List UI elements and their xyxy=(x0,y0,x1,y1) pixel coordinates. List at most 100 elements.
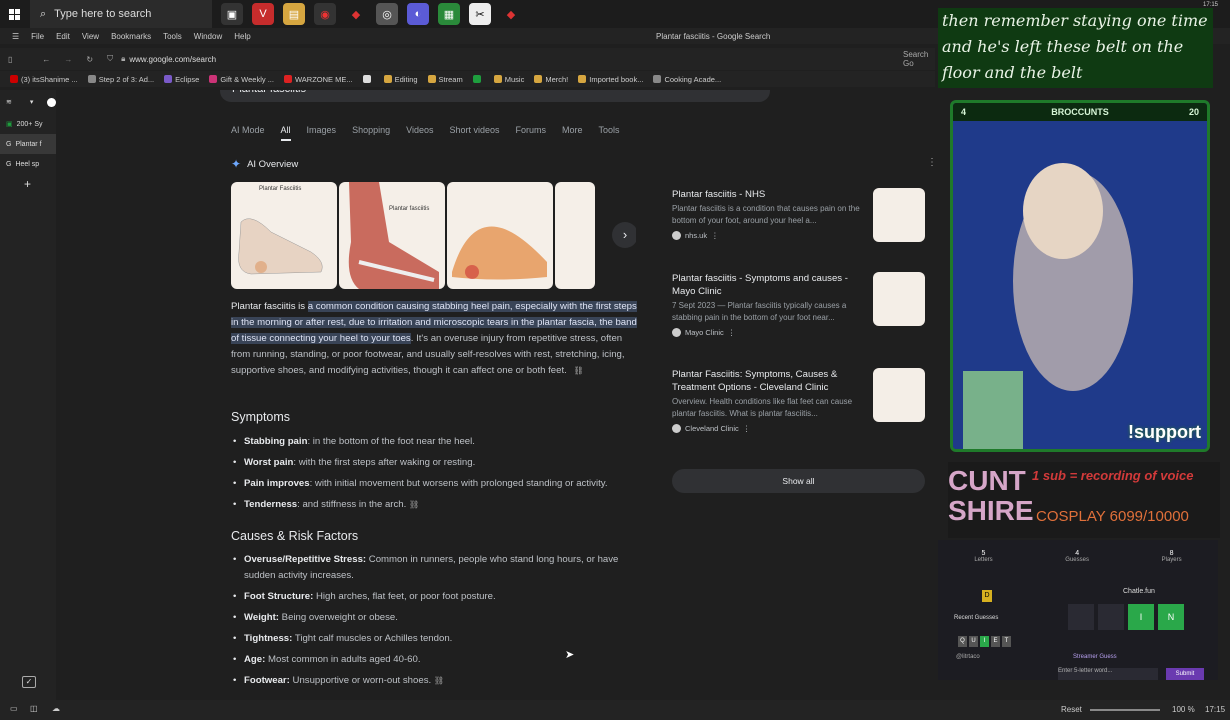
start-button[interactable] xyxy=(0,0,28,28)
foot-illustration-icon xyxy=(348,182,439,289)
source-title[interactable]: Plantar fasciitis - NHS xyxy=(672,188,862,201)
panel-toggle-icon[interactable]: ▯ xyxy=(8,55,12,64)
more-options-icon[interactable]: ⋮ xyxy=(728,328,736,337)
menu-edit[interactable]: Edit xyxy=(56,32,70,41)
tab-item-active[interactable]: G Plantar f xyxy=(0,134,56,154)
image-card[interactable]: Plantar fasciitis xyxy=(339,182,445,289)
tab-forums[interactable]: Forums xyxy=(516,125,547,141)
zoom-slider[interactable] xyxy=(1090,709,1160,711)
reload-icon[interactable]: ↻ xyxy=(86,55,93,64)
menu-bookmarks[interactable]: Bookmarks xyxy=(111,32,151,41)
image-card[interactable] xyxy=(555,182,595,289)
source-title[interactable]: Plantar fasciitis - Symptoms and causes … xyxy=(672,272,862,298)
capcut-icon[interactable]: ✂ xyxy=(469,3,491,25)
source-title[interactable]: Plantar Fasciitis: Symptoms, Causes & Tr… xyxy=(672,368,862,394)
tab-short-videos[interactable]: Short videos xyxy=(449,125,499,141)
show-all-button[interactable]: Show all xyxy=(672,469,925,493)
tab-videos[interactable]: Videos xyxy=(406,125,433,141)
streamer-guess-label: Streamer Guess xyxy=(1073,654,1117,660)
address-bar: ▯ ← → ↻ ⛉ 🔒︎ www.google.com/search Searc… xyxy=(0,48,935,70)
shield-icon[interactable]: ⛉ xyxy=(107,54,113,64)
tab-ai-mode[interactable]: AI Mode xyxy=(231,125,265,141)
menu-icon[interactable]: ☰ xyxy=(12,32,19,41)
bookmark-folder[interactable]: Stream xyxy=(427,75,463,84)
image-card[interactable]: Plantar Fasciitis xyxy=(231,182,337,289)
panel-icon[interactable]: ▭ xyxy=(10,704,18,713)
link-icon[interactable]: ⛓ xyxy=(409,500,419,509)
list-item: Overuse/Repetitive Stress: Common in run… xyxy=(231,552,639,584)
carousel-next-button[interactable]: › xyxy=(612,222,636,248)
source-description: Overview. Health conditions like flat fe… xyxy=(672,397,853,418)
tab-item[interactable]: ▣ 200+ Sy + xyxy=(0,114,70,134)
bookmark-item[interactable] xyxy=(362,75,374,83)
cloud-icon[interactable]: ☁ xyxy=(52,704,60,713)
chevron-down-icon[interactable]: ▾ xyxy=(30,98,34,106)
back-icon[interactable]: ← xyxy=(42,55,50,64)
bookmark-item[interactable]: Cooking Acade... xyxy=(653,75,721,84)
source-thumbnail[interactable] xyxy=(873,272,925,326)
source-card[interactable]: Plantar fasciitis - NHS Plantar fasciiti… xyxy=(672,188,927,272)
list-item: Age: Most common in adults aged 40-60. xyxy=(231,652,639,668)
menu-file[interactable]: File xyxy=(31,32,44,41)
image-card[interactable] xyxy=(447,182,553,289)
new-tab-button[interactable]: + xyxy=(0,174,56,194)
menu-view[interactable]: View xyxy=(82,32,99,41)
link-icon[interactable]: ⛓ xyxy=(573,366,583,375)
bookmark-item[interactable]: WARZONE ME... xyxy=(283,75,353,84)
causes-heading: Causes & Risk Factors xyxy=(231,529,359,543)
tile-icon[interactable]: ◫ xyxy=(30,704,38,713)
source-list: Plantar fasciitis - NHS Plantar fasciiti… xyxy=(672,188,927,452)
source-thumbnail[interactable] xyxy=(873,368,925,422)
notes-icon[interactable]: ▦ xyxy=(438,3,460,25)
bookmark-folder[interactable]: Merch! xyxy=(534,75,568,84)
menu-help[interactable]: Help xyxy=(234,32,250,41)
chatle-game-panel: 5 Letters 4 Guesses 8 Players D Recent Gues… xyxy=(938,540,1218,680)
bookmark-item[interactable]: (3) itsShanime ... xyxy=(10,75,78,84)
vivaldi-icon[interactable]: V xyxy=(252,3,274,25)
stack-icon[interactable]: ≋ xyxy=(6,98,12,106)
tab-item[interactable]: G Heel sp xyxy=(0,154,56,174)
submit-button[interactable]: Submit xyxy=(1166,668,1204,680)
tab-shopping[interactable]: Shopping xyxy=(352,125,390,141)
bookmark-folder[interactable]: Imported book... xyxy=(578,75,643,84)
pin-icon-2[interactable]: ◆ xyxy=(500,3,522,25)
menu-tools[interactable]: Tools xyxy=(163,32,182,41)
search-input[interactable]: Plantar fasciitis xyxy=(220,90,770,102)
tab-more[interactable]: More xyxy=(562,125,583,141)
file-explorer-icon[interactable]: ▤ xyxy=(283,3,305,25)
bookmark-item[interactable]: Step 2 of 3: Ad... xyxy=(87,75,154,84)
link-icon[interactable]: ⛓ xyxy=(434,676,444,685)
obs-icon[interactable]: ◉ xyxy=(314,3,336,25)
bookmark-folder[interactable]: Music xyxy=(493,75,524,84)
tab-images[interactable]: Images xyxy=(307,125,337,141)
bookmark-item[interactable] xyxy=(472,75,484,83)
address-field[interactable]: www.google.com/search xyxy=(129,55,216,64)
taskbar-search[interactable]: ⌕ Type here to search xyxy=(30,0,212,28)
app-icon[interactable]: ◎ xyxy=(376,3,398,25)
tab-all[interactable]: All xyxy=(280,125,291,141)
pin-icon[interactable]: ◆ xyxy=(345,3,367,25)
bookmark-folder[interactable]: Editing xyxy=(383,75,418,84)
bookmark-item[interactable]: Gift & Weekly ... xyxy=(209,75,274,84)
tab-tools[interactable]: Tools xyxy=(599,125,620,141)
more-options-icon[interactable]: ⋮ xyxy=(711,231,719,240)
bookmark-item[interactable]: Eclipse xyxy=(164,75,199,84)
search-results-page: Plantar fasciitis AI Mode All Images Sho… xyxy=(57,90,935,700)
menu-window[interactable]: Window xyxy=(194,32,222,41)
game-board: I N xyxy=(1068,604,1184,630)
sidebar-check-icon[interactable]: ✓ xyxy=(22,676,36,688)
task-view-icon[interactable]: ▣ xyxy=(221,3,243,25)
reset-zoom-button[interactable]: Reset xyxy=(1061,705,1082,714)
chatle-brand: Chatle.fun xyxy=(1123,588,1155,595)
discord-icon[interactable]: ◐ xyxy=(407,3,429,25)
more-options-icon[interactable]: ⋮ xyxy=(927,157,935,168)
google-tab-icon: G xyxy=(6,160,12,168)
more-options-icon[interactable]: ⋮ xyxy=(743,424,751,433)
source-thumbnail[interactable] xyxy=(873,188,925,242)
source-card[interactable]: Plantar Fasciitis: Symptoms, Causes & Tr… xyxy=(672,368,927,452)
forward-icon[interactable]: → xyxy=(64,55,72,64)
stat-letters: 5 Letters xyxy=(974,550,993,563)
source-card[interactable]: Plantar fasciitis - Symptoms and causes … xyxy=(672,272,927,356)
address-search-label[interactable]: Search Go xyxy=(903,50,935,68)
guess-input[interactable]: Enter 5-letter word... xyxy=(1058,668,1158,680)
